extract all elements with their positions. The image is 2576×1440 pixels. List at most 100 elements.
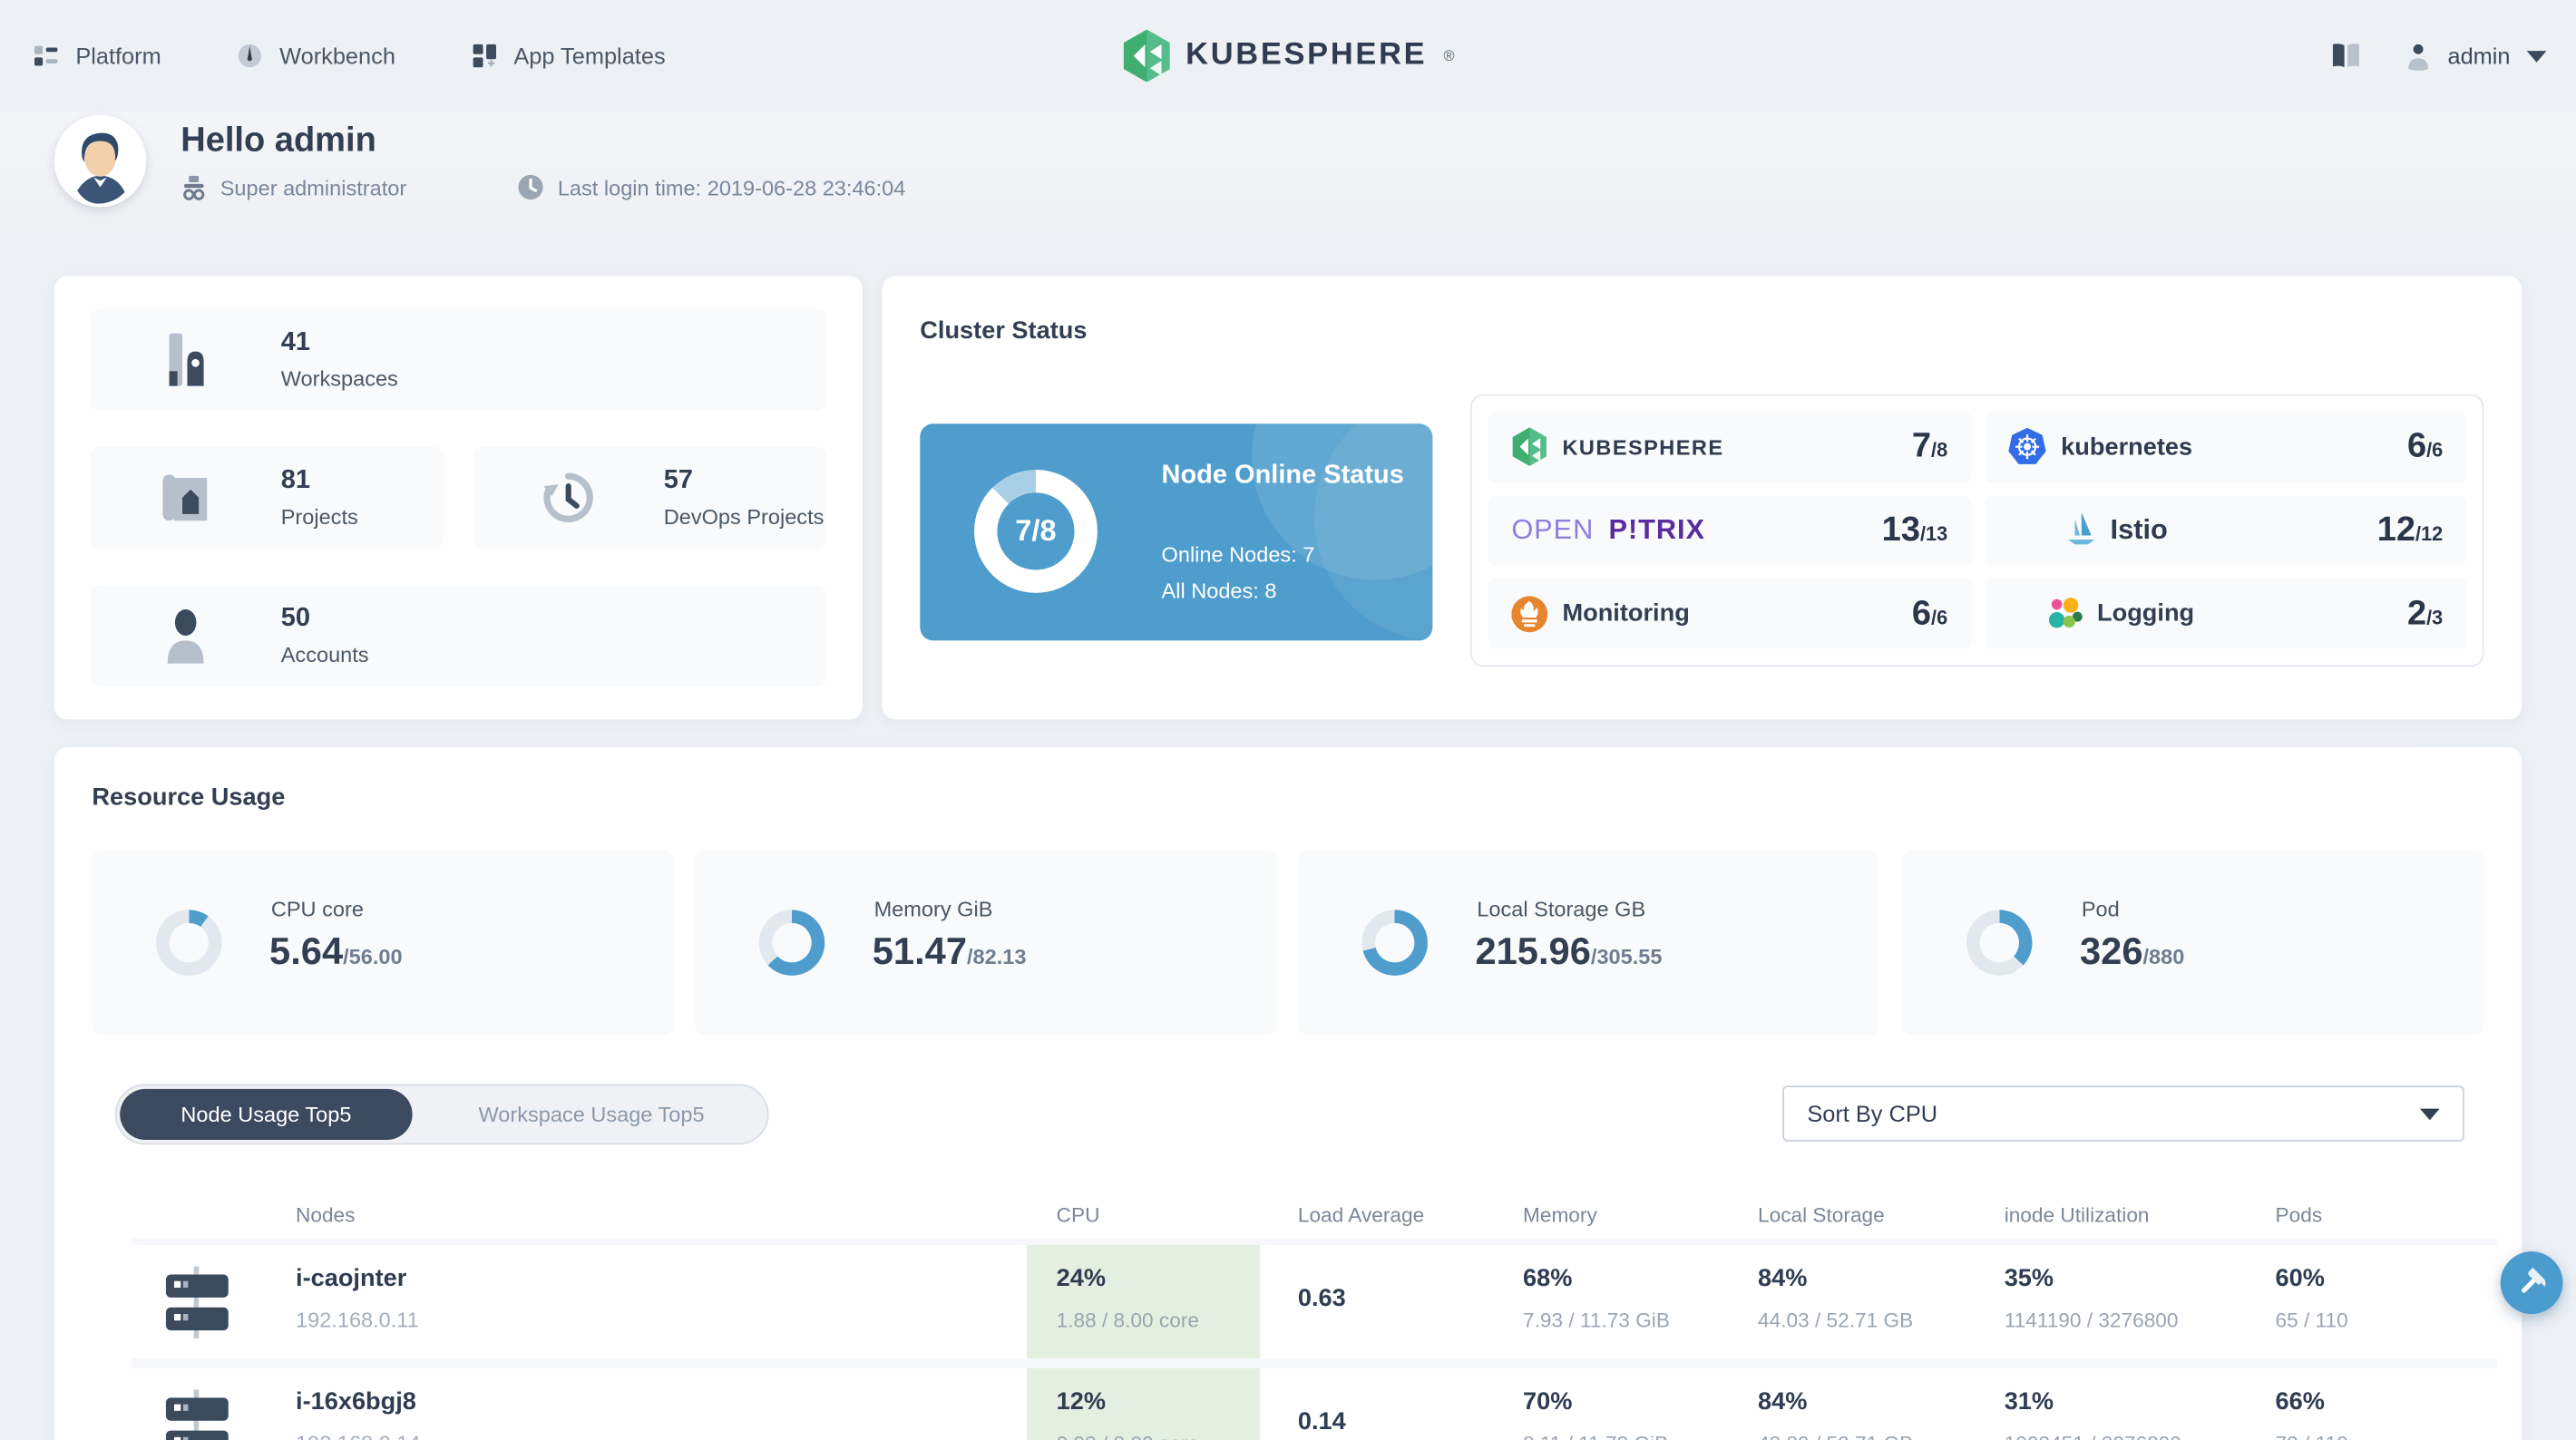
cluster-components-panel: KUBESPHERE 7/8 kubernetes 6/6 OPEN P!TRIX: [1470, 394, 2484, 667]
node-name[interactable]: i-16x6bgj8: [296, 1387, 416, 1416]
clock-icon: [518, 174, 544, 200]
node-ip: 192.168.0.11: [296, 1307, 419, 1332]
banner-meta: Super administrator Last login time: 201…: [181, 174, 905, 200]
avatar: [54, 114, 147, 208]
pods-percent: 66%: [2275, 1387, 2325, 1416]
component-istio[interactable]: Istio 12/12: [1984, 495, 2466, 566]
gauge-memory: Memory GiB 51.47/82.13: [695, 851, 1277, 1036]
component-total: /6: [1931, 605, 1948, 629]
cpu-usage-cell: 12% 0.93 / 8.00 core: [1027, 1367, 1261, 1440]
nav-right-group: admin: [2329, 0, 2547, 112]
component-openpitrix[interactable]: OPEN P!TRIX 13/13: [1488, 495, 1971, 566]
stat-value: 57: [663, 466, 693, 495]
accounts-person-icon: [136, 608, 235, 664]
tab-workspace-usage-top5[interactable]: Workspace Usage Top5: [419, 1085, 764, 1143]
pods-detail: 72 / 110: [2276, 1432, 2348, 1440]
table-row[interactable]: i-16x6bgj8 192.168.0.14 12% 0.93 / 8.00 …: [131, 1367, 2498, 1440]
component-label: KUBESPHERE: [1562, 434, 1724, 460]
brand-wordmark: KUBESPHERE: [1186, 37, 1428, 73]
page-title: Hello admin: [181, 122, 376, 160]
tab-node-usage-top5[interactable]: Node Usage Top5: [120, 1088, 413, 1140]
devops-history-icon: [519, 472, 618, 524]
gauge-pod: Pod 326/880: [1902, 851, 2484, 1036]
istio-icon: [2066, 512, 2096, 549]
welcome-banner: Hello admin Super administrator Last log…: [0, 112, 2576, 234]
stat-devops-projects[interactable]: 57 DevOps Projects: [473, 446, 827, 549]
col-pods: Pods: [2275, 1203, 2323, 1227]
component-total: /8: [1931, 439, 1948, 462]
kubesphere-logo-icon: [1121, 29, 1170, 83]
memory-percent: 68%: [1523, 1264, 1573, 1293]
toolbox-fab-button[interactable]: [2500, 1251, 2563, 1314]
resource-usage-card: Resource Usage CPU core 5.64/56.00 Memor…: [54, 747, 2522, 1440]
component-value: 2: [2406, 594, 2427, 632]
cluster-status-card: Cluster Status 7/8 Node Online Status On…: [882, 276, 2522, 720]
gauge-used: 326: [2080, 929, 2143, 973]
stat-value: 41: [280, 328, 310, 357]
node-online-status-card[interactable]: 7/8 Node Online Status Online Nodes: 7 A…: [920, 423, 1433, 641]
cpu-percent: 12%: [1056, 1387, 1107, 1416]
component-label: Monitoring: [1562, 599, 1690, 628]
gauge-total: /880: [2142, 944, 2185, 969]
cpu-usage-cell: 24% 1.88 / 8.00 core: [1027, 1244, 1261, 1358]
stat-value: 81: [280, 466, 310, 495]
node-online-donut: 7/8: [974, 470, 1098, 593]
chevron-down-icon: [2526, 50, 2547, 62]
sort-by-value: Sort By CPU: [1807, 1100, 1938, 1127]
gauge-label: Pod: [2081, 896, 2120, 922]
component-logging[interactable]: Logging 2/3: [1984, 579, 2466, 649]
projects-icon: [136, 472, 235, 524]
storage-detail: 43.89 / 52.71 GB: [1758, 1432, 1913, 1440]
hammer-icon: [2515, 1266, 2548, 1299]
col-load: Load Average: [1297, 1203, 1425, 1227]
component-total: /13: [1919, 521, 1948, 546]
memory-percent: 70%: [1523, 1387, 1573, 1416]
node-name[interactable]: i-caojnter: [296, 1265, 406, 1293]
storage-donut: [1361, 910, 1428, 976]
component-label: Logging: [2097, 599, 2195, 628]
pods-percent: 60%: [2275, 1264, 2325, 1293]
component-total: /3: [2426, 605, 2444, 629]
user-avatar-icon: [2405, 42, 2431, 70]
node-online-title: Node Online Status: [1161, 461, 1404, 490]
cpu-detail: 0.93 / 8.00 core: [1057, 1432, 1199, 1440]
user-menu[interactable]: admin: [2405, 42, 2547, 70]
inode-detail: 1141190 / 3276800: [2004, 1309, 2179, 1332]
gauge-total: /305.55: [1590, 944, 1663, 969]
gauge-total: /56.00: [343, 944, 403, 969]
docs-book-icon[interactable]: [2329, 43, 2362, 69]
component-label-part1: OPEN: [1511, 513, 1595, 546]
stat-label: Projects: [280, 504, 358, 530]
stat-projects[interactable]: 81 Projects: [90, 446, 444, 549]
table-header-row: Nodes CPU Load Average Memory Local Stor…: [132, 1199, 2497, 1238]
component-label-part2: P!TRIX: [1608, 513, 1705, 546]
gauge-used: 215.96: [1475, 929, 1591, 973]
memory-detail: 7.93 / 11.73 GiB: [1523, 1309, 1670, 1332]
server-node-icon: [160, 1266, 235, 1339]
storage-percent: 84%: [1758, 1387, 1808, 1416]
stat-label: Workspaces: [280, 365, 398, 392]
gauge-total: /82.13: [967, 944, 1027, 969]
component-kubesphere[interactable]: KUBESPHERE 7/8: [1488, 412, 1971, 482]
table-row[interactable]: i-caojnter 192.168.0.11 24% 1.88 / 8.00 …: [131, 1244, 2498, 1358]
sort-by-dropdown[interactable]: Sort By CPU: [1782, 1085, 2464, 1142]
brand-logo[interactable]: KUBESPHERE ®: [0, 0, 2576, 112]
load-average-value: 0.63: [1297, 1284, 1346, 1313]
component-label: kubernetes: [2061, 433, 2193, 462]
storage-detail: 44.03 / 52.71 GB: [1758, 1309, 1914, 1332]
component-label: Istio: [2110, 513, 2168, 546]
last-login-time: Last login time: 2019-06-28 23:46:04: [557, 174, 906, 200]
role-badge-icon: [181, 174, 207, 199]
gauge-used: 51.47: [872, 929, 968, 973]
load-average-value: 0.14: [1297, 1407, 1346, 1436]
stat-accounts[interactable]: 50 Accounts: [90, 584, 827, 687]
kubesphere-icon: [1511, 427, 1547, 467]
stat-workspaces[interactable]: 41 Workspaces: [90, 308, 827, 411]
node-online-ratio: 7/8: [1015, 513, 1057, 548]
registered-mark: ®: [1443, 47, 1455, 64]
inode-detail: 1002451 / 3276800: [2005, 1432, 2181, 1440]
component-monitoring[interactable]: Monitoring 6/6: [1488, 579, 1971, 649]
component-kubernetes[interactable]: kubernetes 6/6: [1984, 412, 2466, 482]
col-inode: inode Utilization: [2004, 1203, 2150, 1227]
cpu-donut: [156, 910, 222, 976]
